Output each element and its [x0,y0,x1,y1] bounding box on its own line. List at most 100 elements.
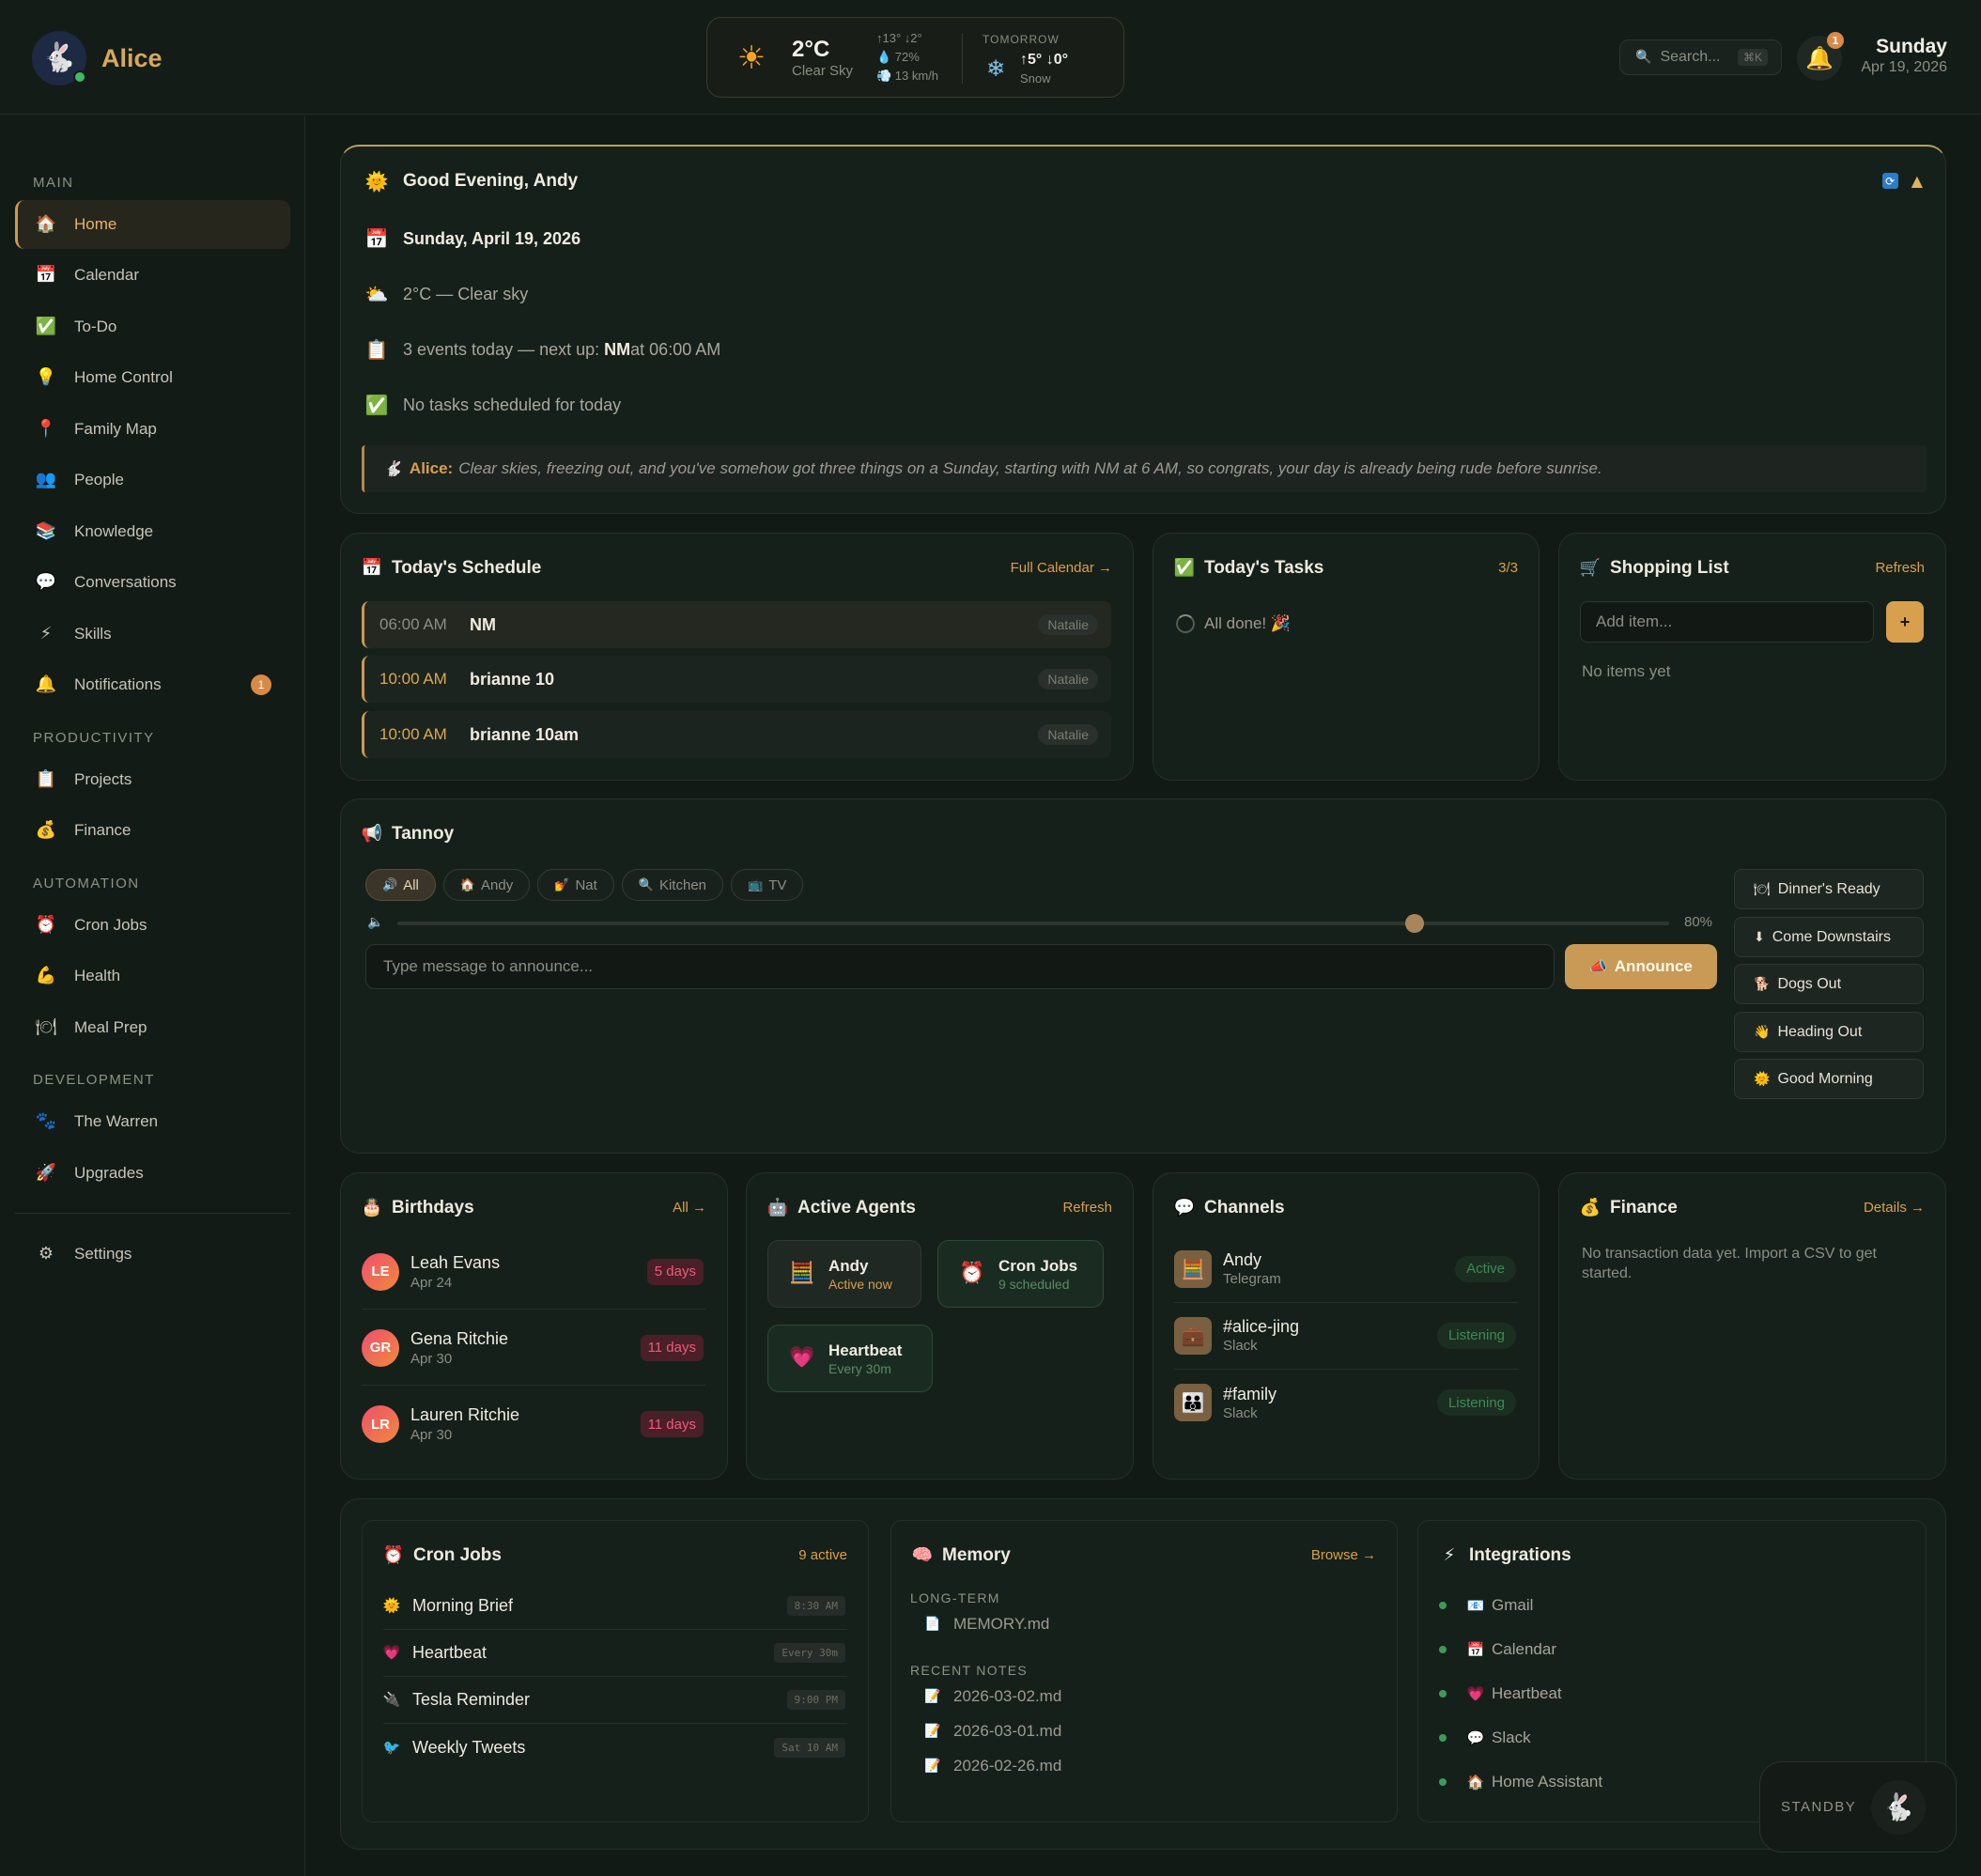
sidebar-item-settings[interactable]: ⚙ Settings [15,1230,290,1279]
shopping-refresh-link[interactable]: Refresh [1875,560,1925,576]
megaphone-icon: 📢 [361,824,383,844]
integration-item[interactable]: 💬 Slack [1439,1729,1531,1747]
event-time: 06:00 AM [379,615,447,633]
integration-item[interactable]: 🏠 Home Assistant [1439,1773,1602,1791]
panel-title-text: Tannoy [392,824,455,844]
weather-widget[interactable]: ☀ 2°C Clear Sky ↑13° ↓2° 💧 72% 💨 13 km/h… [706,17,1124,98]
avatar: LR [362,1405,399,1443]
briefcase-icon: 💼 [1174,1316,1212,1355]
memory-file[interactable]: 📄 MEMORY.md [924,1615,1049,1634]
calendar-icon: 📅 [1466,1640,1485,1658]
cron-job-row[interactable]: 🔌 Tesla Reminder 9:00 PM [383,1677,847,1724]
memory-browse-link[interactable]: Browse → [1311,1547,1376,1563]
sidebar-item-notifications[interactable]: 🔔 Notifications 1 [15,660,290,709]
preset-dinners-ready[interactable]: 🍽 Dinner's Ready [1734,869,1924,909]
sun-icon: ☀ [736,39,766,77]
target-chip-kitchen[interactable]: 🔍 Kitchen [621,869,724,901]
preset-good-morning[interactable]: 🌞 Good Morning [1734,1059,1924,1099]
file-name: 2026-03-01.md [953,1722,1062,1740]
target-chip-nat[interactable]: 💅 Nat [537,869,614,901]
volume-icon: 🔈 [367,915,384,930]
note-file[interactable]: 📝 2026-03-02.md [924,1687,1061,1706]
status-dot [1439,1602,1447,1609]
agent-card-cron-jobs[interactable]: ⏰ Cron Jobs 9 scheduled [937,1240,1104,1308]
sidebar-item-home-control[interactable]: 💡 Home Control [15,353,290,402]
search-placeholder: Search... [1660,49,1721,65]
standby-button[interactable]: STANDBY 🐇 [1759,1761,1957,1853]
note-file[interactable]: 📝 2026-03-01.md [924,1722,1062,1741]
sidebar-item-skills[interactable]: ⚡ Skills [15,610,290,659]
sidebar-item-conversations[interactable]: 💬 Conversations [15,558,290,607]
sidebar-item-projects[interactable]: 📋 Projects [15,755,290,804]
sidebar-item-health[interactable]: 💪 Health [15,952,290,1000]
channels-panel: 💬 Channels 🧮 Andy Telegram Active 💼 #alice-ji… [1153,1172,1540,1480]
sidebar-item-cron-jobs[interactable]: ⏰ Cron Jobs [15,901,290,950]
plug-icon: 🔌 [382,1691,401,1708]
finance-details-link[interactable]: Details → [1864,1200,1925,1216]
preset-heading-out[interactable]: 👋 Heading Out [1734,1012,1924,1052]
schedule-event[interactable]: 10:00 AM brianne 10am Natalie [362,711,1111,758]
target-chip-all[interactable]: 🔊 All [365,869,436,901]
brand[interactable]: 🐇 Alice [32,31,163,85]
sidebar-item-knowledge[interactable]: 📚 Knowledge [15,507,290,556]
note-file[interactable]: 📝 2026-02-26.md [924,1757,1061,1775]
house-icon: 🏠 [1466,1773,1485,1791]
announce-button[interactable]: 📣 Announce [1565,944,1717,989]
birthdays-all-link[interactable]: All → [673,1200,706,1216]
birthday-name: Leah Evans [410,1252,501,1272]
bell-icon[interactable]: 🔔 1 [1797,32,1844,81]
cron-job-row[interactable]: 🐦 Weekly Tweets Sat 10 AM [383,1724,847,1771]
sidebar-item-family-map[interactable]: 📍 Family Map [15,405,290,454]
integration-item[interactable]: 📅 Calendar [1439,1640,1556,1659]
agent-status: Active now [828,1276,892,1292]
channel-row[interactable]: 👪 #family Slack Listening [1174,1369,1518,1436]
birthday-row[interactable]: LE Leah Evans Apr 24 5 days [362,1234,705,1310]
collapse-icon[interactable]: ▲ [1911,173,1923,189]
agent-card-heartbeat[interactable]: 💗 Heartbeat Every 30m [767,1325,933,1392]
sidebar-item-finance[interactable]: 💰 Finance [15,806,290,855]
cron-job-row[interactable]: 🌞 Morning Brief 8:30 AM [383,1583,847,1630]
volume-slider-handle[interactable] [1405,914,1425,933]
cron-count: 9 active [798,1547,847,1563]
greeting-headline: 🌞 Good Evening, Andy [365,170,579,193]
long-term-label: LONG-TERM [910,1590,1000,1605]
integration-item[interactable]: 📧 Gmail [1439,1596,1533,1615]
schedule-event[interactable]: 10:00 AM brianne 10 Natalie [362,656,1111,703]
section-development: DEVELOPMENT [33,1072,155,1088]
sidebar-item-meal-prep[interactable]: 🍽 Meal Prep [15,1003,290,1052]
channel-row[interactable]: 🧮 Andy Telegram Active [1174,1235,1518,1303]
sidebar: MAIN 🏠 Home 📅 Calendar ✅ To-Do 💡 Home Contro… [0,116,305,1876]
sidebar-item-todo[interactable]: ✅ To-Do [15,302,290,351]
sidebar-item-upgrades[interactable]: 🚀 Upgrades [15,1149,290,1198]
channel-name: Andy [1223,1250,1262,1269]
announce-message-input[interactable] [365,944,1555,989]
robot-icon: 🤖 [766,1198,789,1217]
channel-row[interactable]: 💼 #alice-jing Slack Listening [1174,1302,1518,1370]
sidebar-item-calendar[interactable]: 📅 Calendar [15,251,290,300]
integration-item[interactable]: 💗 Heartbeat [1439,1684,1562,1703]
full-calendar-link[interactable]: Full Calendar → [1011,560,1112,576]
schedule-event[interactable]: 06:00 AM NM Natalie [362,601,1111,648]
volume-slider[interactable] [397,914,1669,933]
add-item-input[interactable] [1580,601,1874,643]
days-until-badge: 5 days [646,1258,704,1285]
cron-job-row[interactable]: 💗 Heartbeat Every 30m [383,1630,847,1677]
target-chip-tv[interactable]: 📺 TV [731,869,804,901]
preset-come-downstairs[interactable]: ⬇ Come Downstairs [1734,917,1924,957]
speech-bubble-icon: 💬 [1466,1729,1485,1746]
target-chip-andy[interactable]: 🏠 Andy [442,869,531,901]
sidebar-item-the-warren[interactable]: 🐾 The Warren [15,1097,290,1146]
birthday-row[interactable]: LR Lauren Ritchie Apr 30 11 days [362,1387,705,1462]
agent-card-andy[interactable]: 🧮 Andy Active now [767,1240,921,1308]
search-box[interactable]: 🔍 Search... ⌘K [1619,39,1782,75]
sidebar-item-home[interactable]: 🏠 Home [15,200,290,249]
sidebar-item-label: People [74,471,124,488]
refresh-icon[interactable]: ⟳ [1881,173,1898,189]
add-item-button[interactable]: + [1886,601,1924,643]
sidebar-item-people[interactable]: 👥 People [15,456,290,504]
agents-refresh-link[interactable]: Refresh [1062,1200,1112,1216]
lightbulb-icon: 💡 [35,367,57,387]
days-until-badge: 11 days [640,1411,704,1437]
preset-dogs-out[interactable]: 🐕 Dogs Out [1734,964,1924,1004]
birthday-row[interactable]: GR Gena Ritchie Apr 30 11 days [362,1310,705,1386]
